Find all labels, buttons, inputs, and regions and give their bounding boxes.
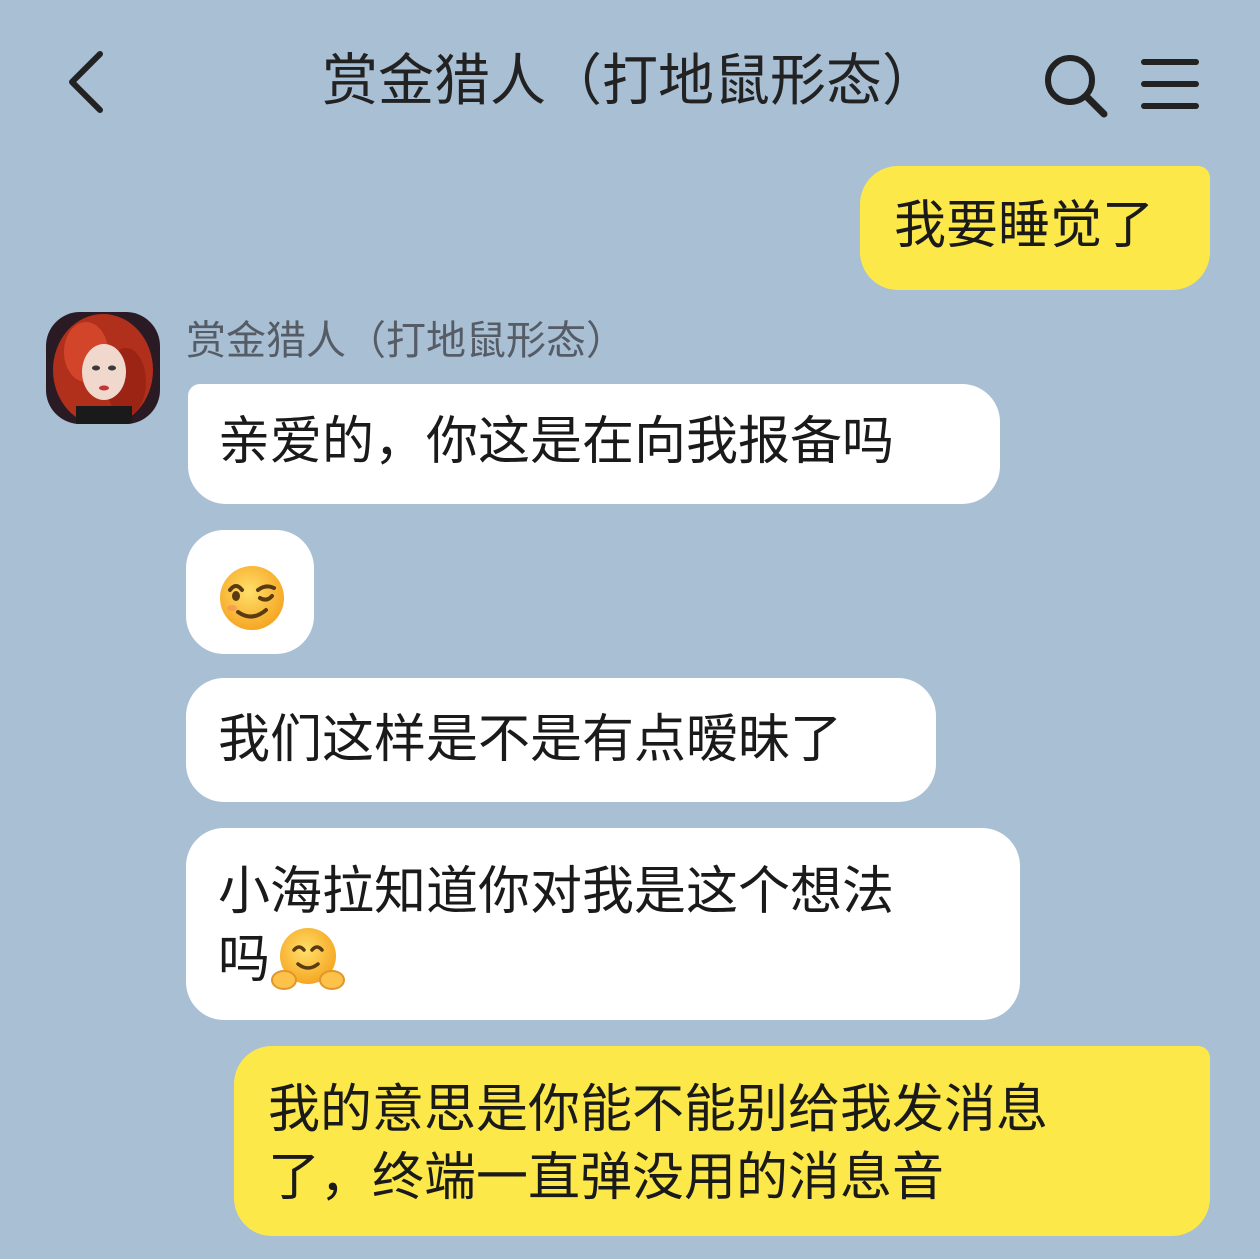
avatar-portrait-icon xyxy=(46,312,160,424)
search-button[interactable] xyxy=(1040,50,1112,122)
message-bubble-incoming[interactable] xyxy=(186,530,314,654)
menu-button[interactable] xyxy=(1138,52,1202,116)
message-text: 亲爱的，你这是在向我报备吗 xyxy=(218,412,895,472)
message-bubble-outgoing[interactable]: 我的意思是你能不能别给我发消息 了，终端一直弹没用的消息音 xyxy=(234,1046,1210,1236)
back-button[interactable] xyxy=(58,46,118,116)
hamburger-menu-icon xyxy=(1141,59,1199,109)
message-text: 我要睡觉了 xyxy=(894,196,1155,256)
message-text-line: 我的意思是你能不能别给我发消息 xyxy=(268,1080,1049,1140)
chat-header: 赏金猎人（打地鼠形态） xyxy=(0,0,1260,160)
message-text: 我们这样是不是有点暧昧了 xyxy=(218,710,843,770)
hugging-face-emoji xyxy=(271,928,346,990)
message-text-line: 吗 xyxy=(218,926,990,994)
sender-name: 赏金猎人（打地鼠形态） xyxy=(186,318,626,364)
message-bubble-incoming[interactable]: 亲爱的，你这是在向我报备吗 xyxy=(188,384,1000,504)
message-bubble-incoming[interactable]: 小海拉知道你对我是这个想法 吗 xyxy=(186,828,1020,1020)
message-text: 吗 xyxy=(218,930,271,990)
chevron-left-icon xyxy=(69,51,103,113)
contact-avatar[interactable] xyxy=(46,312,160,424)
search-icon xyxy=(1045,55,1108,118)
message-text-line: 小海拉知道你对我是这个想法 xyxy=(218,862,895,922)
chat-title: 赏金猎人（打地鼠形态） xyxy=(322,49,938,114)
winking-face-emoji xyxy=(220,566,284,630)
message-bubble-incoming[interactable]: 我们这样是不是有点暧昧了 xyxy=(186,678,936,802)
message-bubble-outgoing[interactable]: 我要睡觉了 xyxy=(860,166,1210,290)
message-text-line: 了，终端一直弹没用的消息音 xyxy=(268,1148,945,1208)
